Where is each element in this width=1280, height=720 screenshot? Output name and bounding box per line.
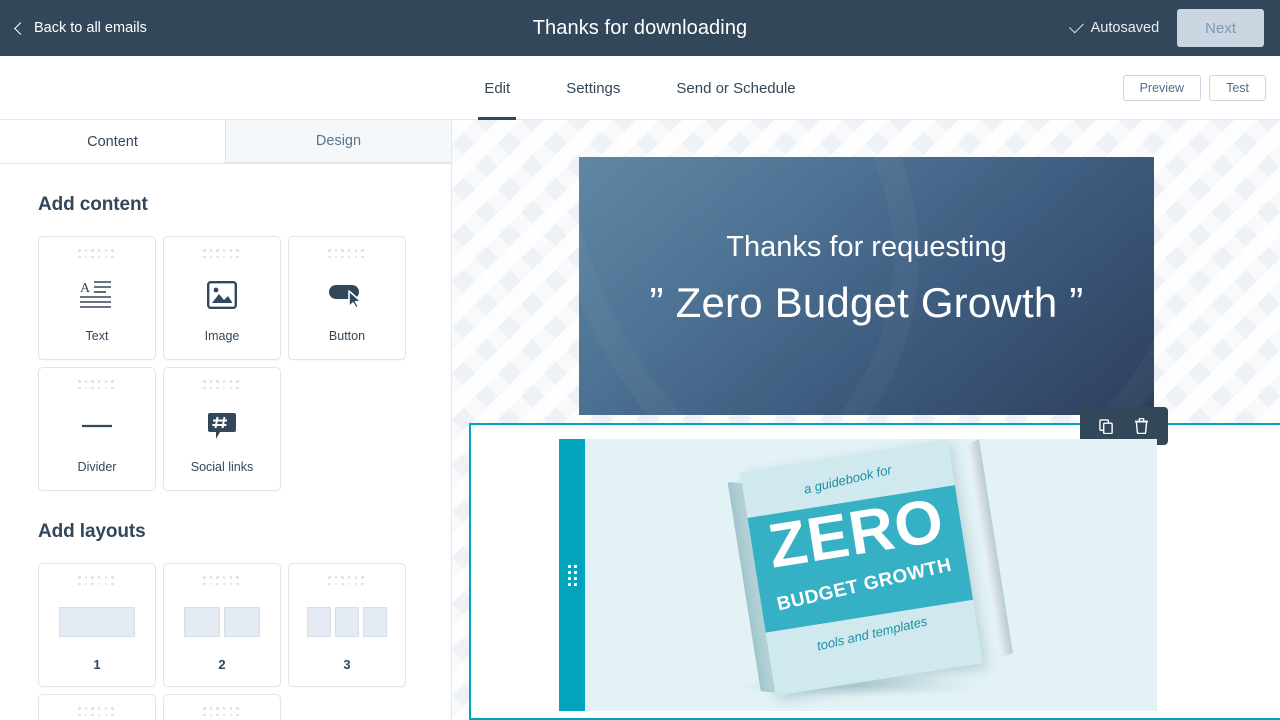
- module-drag-handle[interactable]: [559, 439, 585, 711]
- editor-tab-bar: Edit Settings Send or Schedule Preview T…: [0, 56, 1280, 120]
- tab-send-or-schedule[interactable]: Send or Schedule: [648, 56, 823, 120]
- trash-icon[interactable]: [1134, 418, 1149, 434]
- button-icon: [289, 260, 405, 329]
- module-label: Social links: [190, 460, 254, 474]
- module-card-divider[interactable]: Divider: [38, 367, 156, 491]
- editor-sidebar: Content Design Add content A Text Image …: [0, 120, 452, 720]
- layout-card-2[interactable]: 2: [163, 563, 281, 687]
- chevron-left-icon: [14, 21, 27, 35]
- preview-test-actions: Preview Test: [1122, 56, 1266, 120]
- module-card-image[interactable]: Image: [163, 236, 281, 360]
- module-card-text[interactable]: A Text: [38, 236, 156, 360]
- selected-image-module[interactable]: a guidebook for ZERO BUDGET GROWTH tools…: [469, 407, 1280, 720]
- module-label: Button: [328, 329, 366, 343]
- layout-card-1[interactable]: 1: [38, 563, 156, 687]
- drag-handle-dots-icon[interactable]: [203, 380, 241, 391]
- back-link-label: Back to all emails: [34, 20, 147, 36]
- svg-text:A: A: [80, 281, 91, 296]
- top-bar: Thanks for downloading Back to all email…: [0, 0, 1280, 56]
- layout-card-3[interactable]: 3: [288, 563, 406, 687]
- autosaved-status: Autosaved: [1068, 18, 1160, 36]
- divider-icon: [39, 391, 155, 460]
- layout-label: 1: [93, 657, 101, 672]
- layout-label: 2: [218, 657, 226, 672]
- drag-handle-dots-icon[interactable]: [203, 249, 241, 260]
- sidebar-tab-content[interactable]: Content: [0, 120, 225, 163]
- sidebar-tab-design[interactable]: Design: [225, 120, 451, 163]
- preview-button[interactable]: Preview: [1122, 75, 1202, 101]
- sidebar-tabs: Content Design: [0, 120, 451, 164]
- add-layouts-heading: Add layouts: [38, 521, 146, 542]
- drag-handle-dots-icon[interactable]: [203, 707, 241, 718]
- module-label: Divider: [77, 460, 117, 474]
- sidebar-body: Add content A Text Image Button Divider …: [0, 194, 451, 720]
- hero-line-2: ” Zero Budget Growth ”: [649, 279, 1084, 326]
- autosaved-label: Autosaved: [1090, 20, 1160, 36]
- module-card-button[interactable]: Button: [288, 236, 406, 360]
- module-card-social-links[interactable]: Social links: [163, 367, 281, 491]
- next-button[interactable]: Next: [1177, 9, 1264, 47]
- duplicate-icon[interactable]: [1099, 418, 1114, 434]
- layout-preview: [164, 587, 280, 657]
- check-icon: [1068, 18, 1084, 34]
- module-label: Text: [85, 329, 109, 343]
- drag-handle-dots-icon[interactable]: [78, 249, 116, 260]
- module-label: Image: [204, 329, 240, 343]
- image-icon: [164, 260, 280, 329]
- editor-tabs: Edit Settings Send or Schedule: [0, 56, 1280, 120]
- layout-card-partial-b[interactable]: [163, 694, 281, 720]
- drag-handle-dots-icon[interactable]: [328, 249, 366, 260]
- drag-handle-dots-icon[interactable]: [78, 380, 116, 391]
- image-module-body[interactable]: a guidebook for ZERO BUDGET GROWTH tools…: [585, 439, 1157, 711]
- layout-preview: [39, 587, 155, 657]
- hero-line-1: Thanks for requesting: [726, 231, 1007, 263]
- layout-preview: [289, 587, 405, 657]
- layout-label: 3: [343, 657, 351, 672]
- drag-handle-dots-icon[interactable]: [78, 707, 116, 718]
- tab-edit[interactable]: Edit: [456, 56, 538, 120]
- content-module-grid: A Text Image Button Divider Social links: [38, 236, 413, 491]
- drag-handle-dots-icon[interactable]: [203, 576, 241, 587]
- top-bar-actions: Autosaved Next: [1068, 0, 1264, 56]
- email-canvas[interactable]: Thanks for requesting ” Zero Budget Grow…: [452, 120, 1280, 720]
- drag-handle-dots-icon[interactable]: [328, 576, 366, 587]
- back-to-all-emails-link[interactable]: Back to all emails: [14, 20, 147, 36]
- text-icon: A: [39, 260, 155, 329]
- book-front-cover: a guidebook for ZERO BUDGET GROWTH tools…: [740, 439, 984, 696]
- test-button[interactable]: Test: [1209, 75, 1266, 101]
- social-links-icon: [164, 391, 280, 460]
- hero-banner-module[interactable]: Thanks for requesting ” Zero Budget Grow…: [579, 157, 1154, 415]
- add-content-heading: Add content: [38, 194, 148, 215]
- book-cover-image: a guidebook for ZERO BUDGET GROWTH tools…: [727, 439, 1013, 702]
- tab-settings[interactable]: Settings: [538, 56, 648, 120]
- drag-handle-dots-icon[interactable]: [78, 576, 116, 587]
- layout-card-partial-a[interactable]: [38, 694, 156, 720]
- drag-handle-dots-icon: [567, 564, 577, 586]
- layout-grid: 1 2 3: [38, 563, 413, 720]
